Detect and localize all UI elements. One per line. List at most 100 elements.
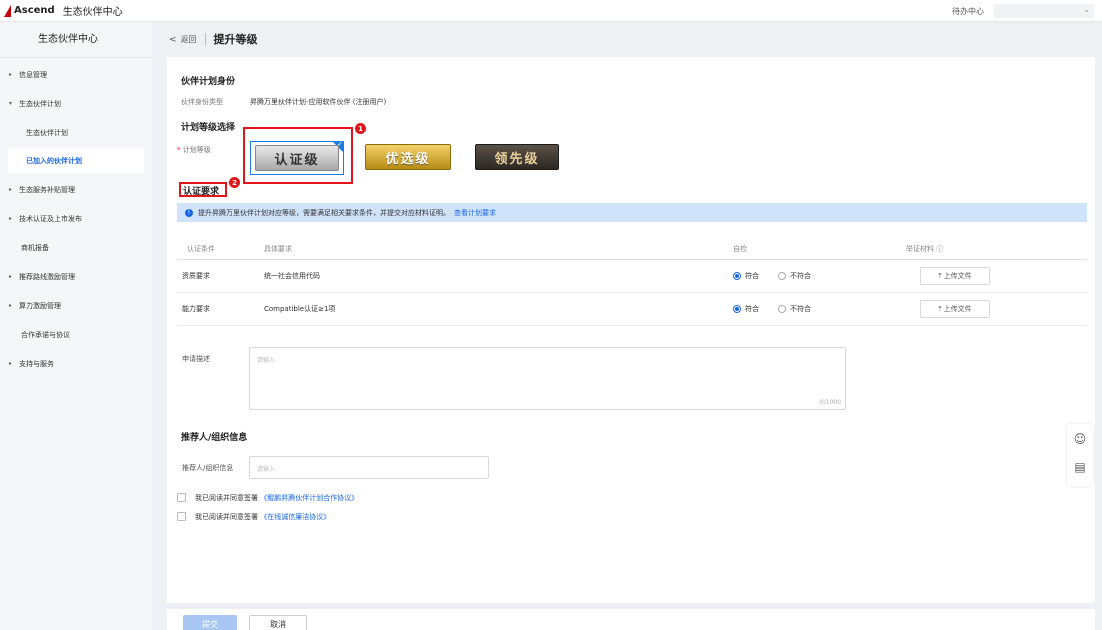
- sidebar-item-label: 技术认证及上市发布: [19, 214, 82, 223]
- requirements-table: 认证条件 具体要求 自检 举证材料 ⓘ 资质要求 统一社会信用代码 符合 不符合…: [177, 238, 1087, 326]
- textarea-placeholder: 请输入: [257, 357, 276, 364]
- view-requirements-link[interactable]: 查看计划要求: [454, 208, 496, 218]
- chevron-right-icon: ▸: [9, 71, 13, 78]
- back-button[interactable]: < 返回: [169, 34, 197, 45]
- agreement-checkbox-2[interactable]: [177, 512, 186, 521]
- sidebar-item-info-management[interactable]: ▸ 信息管理: [0, 60, 152, 89]
- sidebar-item-label: 支持与服务: [19, 359, 54, 368]
- upload-icon: ⤒: [938, 304, 942, 313]
- upload-file-button[interactable]: ⤒ 上传文件: [920, 267, 990, 285]
- column-header: 举证材料 ⓘ: [906, 244, 944, 253]
- referrer-section-title: 推荐人/组织信息: [181, 433, 248, 443]
- upload-label: 上传文件: [943, 272, 972, 280]
- chevron-right-icon: ▸: [9, 215, 13, 222]
- footer-bar: 提交 取消: [167, 609, 1095, 630]
- sidebar-item-referral-incentive[interactable]: ▸ 推荐路线激励管理: [0, 262, 152, 291]
- upload-icon: ⤒: [938, 271, 942, 280]
- sidebar-item-label: 推荐路线激励管理: [19, 272, 75, 281]
- table-row: 能力要求 Compatible认证≥1项 符合 不符合 ⤒ 上传文件: [177, 293, 1087, 326]
- sidebar-item-tech-certification[interactable]: ▸ 技术认证及上市发布: [0, 204, 152, 233]
- radio-no[interactable]: 不符合: [778, 271, 811, 281]
- radio-yes[interactable]: 符合: [733, 304, 759, 314]
- required-mark: *: [177, 146, 181, 154]
- detail-cell: 统一社会信用代码: [264, 272, 320, 280]
- agreement-checkbox-1[interactable]: [177, 493, 186, 502]
- identity-type-label: 伙伴身份类型: [181, 98, 223, 106]
- radio-no[interactable]: 不符合: [778, 304, 811, 314]
- chevron-right-icon: ▸: [9, 273, 13, 280]
- agreement-prefix: 我已阅读并同意签署: [195, 513, 258, 521]
- input-placeholder: 请输入: [257, 466, 276, 473]
- upload-file-button[interactable]: ⤒ 上传文件: [920, 300, 990, 318]
- radio-empty-icon: [778, 272, 786, 280]
- radio-label: 不符合: [790, 305, 811, 313]
- application-label: 申请描述: [182, 355, 210, 363]
- page-title: 提升等级: [213, 33, 258, 46]
- column-header: 具体要求: [264, 244, 292, 253]
- sidebar-item-label: 信息管理: [19, 70, 47, 79]
- radio-empty-icon: [778, 305, 786, 313]
- application-textarea[interactable]: 请输入 0/1000: [249, 347, 846, 410]
- chevron-down-icon: ⌄: [1083, 5, 1090, 14]
- annotation-badge-2: 2: [229, 177, 240, 188]
- partner-agreement-link[interactable]: 《鲲鹏昇腾伙伴计划合作协议》: [260, 494, 358, 502]
- top-bar: Ascend 生态伙伴中心 待办中心 ⌄: [0, 0, 1102, 22]
- sidebar-item-agreements[interactable]: 合作承诺与协议: [0, 320, 152, 349]
- divider: [204, 33, 206, 45]
- level-option-leading[interactable]: 领先级: [475, 144, 559, 170]
- upload-label: 上传文件: [943, 305, 972, 313]
- todo-center-link[interactable]: 待办中心: [952, 6, 984, 17]
- feedback-icon[interactable]: ☺: [1073, 432, 1087, 446]
- sidebar-subitem-joined-programs[interactable]: 已加入的伙伴计划: [8, 149, 144, 173]
- cancel-button[interactable]: 取消: [249, 615, 307, 630]
- requirements-section-title: 认证要求: [183, 187, 220, 197]
- radio-selected-icon: [733, 305, 741, 313]
- top-right: 待办中心 ⌄: [952, 0, 1094, 22]
- sidebar-item-label: 算力激励管理: [19, 301, 61, 310]
- radio-label: 符合: [745, 272, 759, 280]
- sidebar-item-support[interactable]: ▸ 支持与服务: [0, 349, 152, 378]
- sidebar-title: 生态伙伴中心: [0, 22, 152, 58]
- chevron-right-icon: ▸: [9, 360, 13, 367]
- radio-yes[interactable]: 符合: [733, 271, 759, 281]
- info-icon: !: [185, 208, 193, 217]
- table-header: 认证条件 具体要求 自检 举证材料 ⓘ: [177, 238, 1087, 260]
- table-row: 资质要求 统一社会信用代码 符合 不符合 ⤒ 上传文件: [177, 260, 1087, 293]
- level-option-preferred[interactable]: 优选级: [365, 144, 451, 170]
- column-header: 自检: [733, 244, 747, 253]
- radio-label: 符合: [745, 305, 759, 313]
- condition-cell: 资质要求: [182, 272, 210, 280]
- annotation-badge-1: 1: [355, 123, 366, 134]
- sidebar-item-subsidy[interactable]: ▸ 生态服务补贴管理: [0, 175, 152, 204]
- sidebar-item-compute-incentive[interactable]: ▸ 算力激励管理: [0, 291, 152, 320]
- ascend-logo-icon: [4, 4, 11, 17]
- logo[interactable]: Ascend: [4, 4, 55, 17]
- agreement-prefix: 我已阅读并同意签署: [195, 494, 258, 502]
- integrity-agreement-link[interactable]: 《在线诚信廉洁协议》: [260, 513, 330, 521]
- chevron-down-icon: ▾: [9, 100, 13, 107]
- logo-text: Ascend: [14, 5, 55, 16]
- user-menu[interactable]: ⌄: [994, 4, 1094, 18]
- chevron-right-icon: ▸: [9, 186, 13, 193]
- sidebar: 生态伙伴中心 ▸ 信息管理 ▾ 生态伙伴计划 生态伙伴计划 已加入的伙伴计划 ▸…: [0, 22, 152, 630]
- document-icon[interactable]: ▤: [1073, 460, 1087, 474]
- column-header: 认证条件: [187, 244, 215, 253]
- chevron-right-icon: ▸: [9, 302, 13, 309]
- sidebar-item-partner-program[interactable]: ▾ 生态伙伴计划: [0, 89, 152, 118]
- radio-selected-icon: [733, 272, 741, 280]
- level-option-certified[interactable]: 认证级: [255, 145, 339, 171]
- condition-cell: 能力要求: [182, 305, 210, 313]
- sidebar-item-label: 生态伙伴计划: [19, 99, 61, 108]
- main-card: 伙伴计划身份 伙伴身份类型 昇腾万里伙伴计划-应用软件伙伴 (注册用户) 计划等…: [167, 57, 1095, 603]
- sidebar-item-opportunity[interactable]: 商机报备: [0, 233, 152, 262]
- page-header: < 返回 提升等级: [152, 22, 1102, 56]
- referrer-input[interactable]: 请输入: [249, 456, 489, 479]
- identity-section-title: 伙伴计划身份: [181, 77, 236, 87]
- info-text: 提升昇腾万里伙伴计划对应等级，需要满足相关要求条件，并提交对应材料证明。: [198, 208, 450, 217]
- agreement-text-1: 我已阅读并同意签署 《鲲鹏昇腾伙伴计划合作协议》: [195, 493, 358, 503]
- level-field-label: * 计划等级: [177, 145, 211, 155]
- submit-button[interactable]: 提交: [183, 615, 237, 630]
- sidebar-subitem-partner-program[interactable]: 生态伙伴计划: [0, 118, 152, 147]
- agreement-text-2: 我已阅读并同意签署 《在线诚信廉洁协议》: [195, 512, 330, 522]
- chevron-left-icon: <: [169, 34, 177, 45]
